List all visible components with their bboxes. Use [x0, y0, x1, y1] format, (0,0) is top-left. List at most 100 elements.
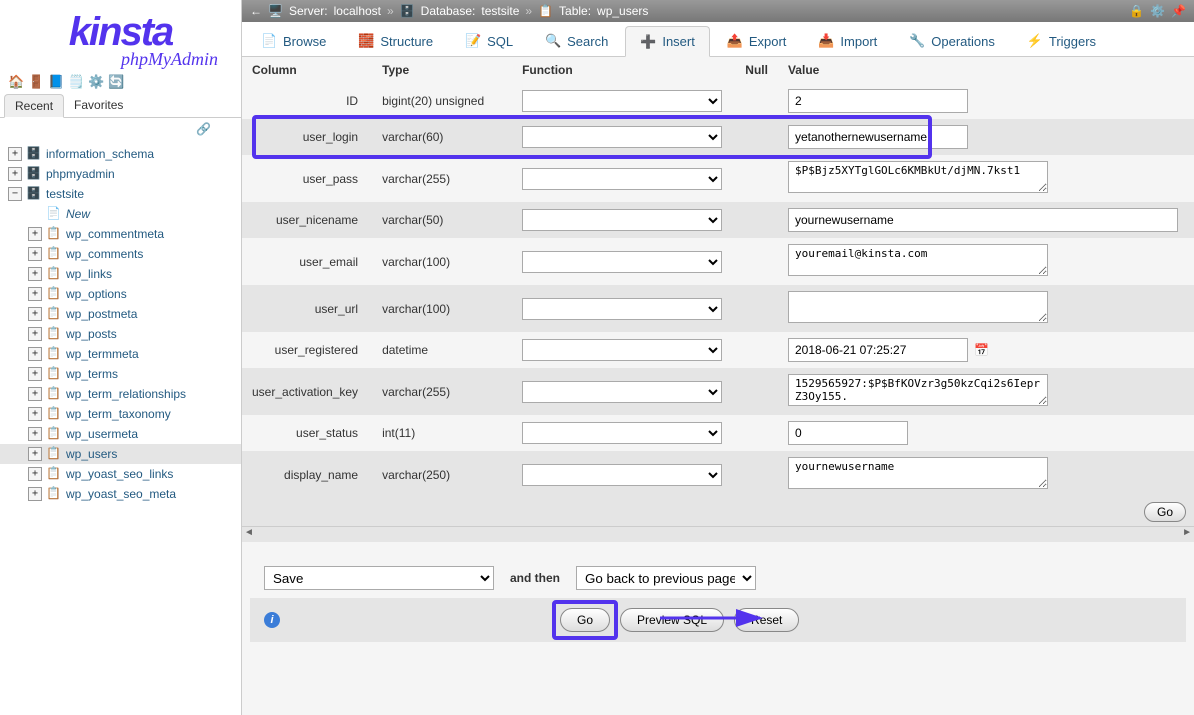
tree-toggle-icon[interactable]: + — [28, 287, 42, 301]
tree-table-wp_commentmeta[interactable]: +📋wp_commentmeta — [0, 224, 241, 244]
function-select-user_activation_key[interactable] — [522, 381, 722, 403]
value-input-user_login[interactable] — [788, 125, 968, 149]
tree-toggle-icon[interactable]: + — [28, 467, 42, 481]
function-select-user_status[interactable] — [522, 422, 722, 444]
table-link[interactable]: wp_users — [597, 4, 648, 18]
server-icon: 🖥️ — [268, 4, 283, 18]
tree-toggle-icon[interactable]: + — [8, 147, 22, 161]
db-link[interactable]: testsite — [481, 4, 519, 18]
field-row-user_registered: user_registered datetime 📅 — [242, 332, 1194, 368]
value-input-user_status[interactable] — [788, 421, 908, 445]
value-input-user_url[interactable] — [788, 291, 1048, 323]
settings-icon[interactable]: ⚙️ — [88, 74, 104, 90]
save-select[interactable]: Save — [264, 566, 494, 590]
tab-triggers[interactable]: ⚡Triggers — [1012, 26, 1111, 56]
tree-table-wp_postmeta[interactable]: +📋wp_postmeta — [0, 304, 241, 324]
tree-table-wp_term_taxonomy[interactable]: +📋wp_term_taxonomy — [0, 404, 241, 424]
tab-recent[interactable]: Recent — [4, 94, 64, 118]
value-input-ID[interactable] — [788, 89, 968, 113]
link-icon[interactable]: 🔗 — [0, 118, 241, 140]
function-select-user_registered[interactable] — [522, 339, 722, 361]
function-select-user_nicename[interactable] — [522, 209, 722, 231]
tree-table-wp_yoast_seo_meta[interactable]: +📋wp_yoast_seo_meta — [0, 484, 241, 504]
field-row-user_nicename: user_nicename varchar(50) — [242, 202, 1194, 238]
value-input-user_activation_key[interactable]: 1529565927:$P$BfKOVzr3g50kzCqi2s6IeprZ3O… — [788, 374, 1048, 406]
tree-label: wp_users — [66, 447, 117, 461]
info-icon[interactable]: i — [264, 612, 280, 628]
go-button-top[interactable]: Go — [1144, 502, 1186, 522]
tree-table-wp_options[interactable]: +📋wp_options — [0, 284, 241, 304]
function-select-user_login[interactable] — [522, 126, 722, 148]
tree-new[interactable]: 📄New — [0, 204, 241, 224]
tab-export[interactable]: 📤Export — [712, 26, 802, 56]
tree-toggle-icon[interactable]: + — [28, 367, 42, 381]
tree-table-wp_users[interactable]: +📋wp_users — [0, 444, 241, 464]
col-null — [735, 368, 778, 415]
search-icon: 🔍 — [545, 33, 561, 49]
function-select-display_name[interactable] — [522, 464, 722, 486]
tree-toggle-icon[interactable]: + — [28, 407, 42, 421]
tree-toggle-icon[interactable]: + — [8, 167, 22, 181]
tree-toggle-icon[interactable]: + — [28, 227, 42, 241]
tree-table-wp_termmeta[interactable]: +📋wp_termmeta — [0, 344, 241, 364]
tree-toggle-icon[interactable]: + — [28, 487, 42, 501]
tree-table-wp_comments[interactable]: +📋wp_comments — [0, 244, 241, 264]
reload-icon[interactable]: 🔄 — [108, 74, 124, 90]
col-type-label: int(11) — [372, 415, 512, 451]
tree-toggle-icon[interactable]: + — [28, 447, 42, 461]
lock-icon[interactable]: 🔒 — [1129, 4, 1144, 18]
docs-icon[interactable]: 📘 — [48, 74, 64, 90]
after-action-select[interactable]: Go back to previous page — [576, 566, 756, 590]
tab-favorites[interactable]: Favorites — [64, 94, 133, 117]
go-button[interactable]: Go — [560, 608, 610, 632]
server-link[interactable]: localhost — [334, 4, 381, 18]
tree-toggle-icon[interactable]: + — [28, 327, 42, 341]
tree-db-phpmyadmin[interactable]: +🗄️phpmyadmin — [0, 164, 241, 184]
tab-import[interactable]: 📥Import — [803, 26, 892, 56]
tree-toggle-icon[interactable]: + — [28, 427, 42, 441]
nav-back-icon[interactable]: ← — [250, 4, 262, 18]
tab-insert[interactable]: ➕Insert — [625, 26, 710, 57]
tree-table-wp_terms[interactable]: +📋wp_terms — [0, 364, 241, 384]
col-null — [735, 332, 778, 368]
horizontal-scrollbar[interactable] — [242, 526, 1194, 542]
pin-icon[interactable]: 📌 — [1171, 4, 1186, 18]
tree-toggle-icon[interactable]: + — [28, 267, 42, 281]
function-select-ID[interactable] — [522, 90, 722, 112]
value-input-user_registered[interactable] — [788, 338, 968, 362]
tab-sql[interactable]: 📝SQL — [450, 26, 528, 56]
tab-operations[interactable]: 🔧Operations — [894, 26, 1010, 56]
tabs-row: 📄Browse🧱Structure📝SQL🔍Search➕Insert📤Expo… — [242, 22, 1194, 57]
value-input-display_name[interactable]: yournewusername — [788, 457, 1048, 489]
sql-icon[interactable]: 🗒️ — [68, 74, 84, 90]
tab-search[interactable]: 🔍Search — [530, 26, 623, 56]
col-null — [735, 119, 778, 155]
tree-toggle-icon[interactable]: + — [28, 387, 42, 401]
tree-table-wp_links[interactable]: +📋wp_links — [0, 264, 241, 284]
tree-toggle-icon[interactable]: − — [8, 187, 22, 201]
home-icon[interactable]: 🏠 — [8, 74, 24, 90]
tree-label: wp_commentmeta — [66, 227, 164, 241]
tree-table-wp_usermeta[interactable]: +📋wp_usermeta — [0, 424, 241, 444]
value-input-user_email[interactable]: youremail@kinsta.com — [788, 244, 1048, 276]
tab-browse[interactable]: 📄Browse — [246, 26, 341, 56]
calendar-icon[interactable]: 📅 — [974, 343, 990, 359]
function-select-user_email[interactable] — [522, 251, 722, 273]
logout-icon[interactable]: 🚪 — [28, 74, 44, 90]
tree-db-information_schema[interactable]: +🗄️information_schema — [0, 144, 241, 164]
table-icon: 📋 — [46, 286, 62, 302]
tree-table-wp_term_relationships[interactable]: +📋wp_term_relationships — [0, 384, 241, 404]
tree-toggle-icon[interactable]: + — [28, 247, 42, 261]
tree-toggle-icon[interactable]: + — [28, 307, 42, 321]
value-input-user_nicename[interactable] — [788, 208, 1178, 232]
gear-icon[interactable]: ⚙️ — [1150, 4, 1165, 18]
triggers-icon: ⚡ — [1027, 33, 1043, 49]
tree-table-wp_posts[interactable]: +📋wp_posts — [0, 324, 241, 344]
tree-toggle-icon[interactable]: + — [28, 347, 42, 361]
tab-structure[interactable]: 🧱Structure — [343, 26, 448, 56]
tree-table-wp_yoast_seo_links[interactable]: +📋wp_yoast_seo_links — [0, 464, 241, 484]
function-select-user_pass[interactable] — [522, 168, 722, 190]
function-select-user_url[interactable] — [522, 298, 722, 320]
value-input-user_pass[interactable]: $P$Bjz5XYTglGOLc6KMBkUt/djMN.7kst1 — [788, 161, 1048, 193]
tree-db-testsite[interactable]: −🗄️testsite — [0, 184, 241, 204]
